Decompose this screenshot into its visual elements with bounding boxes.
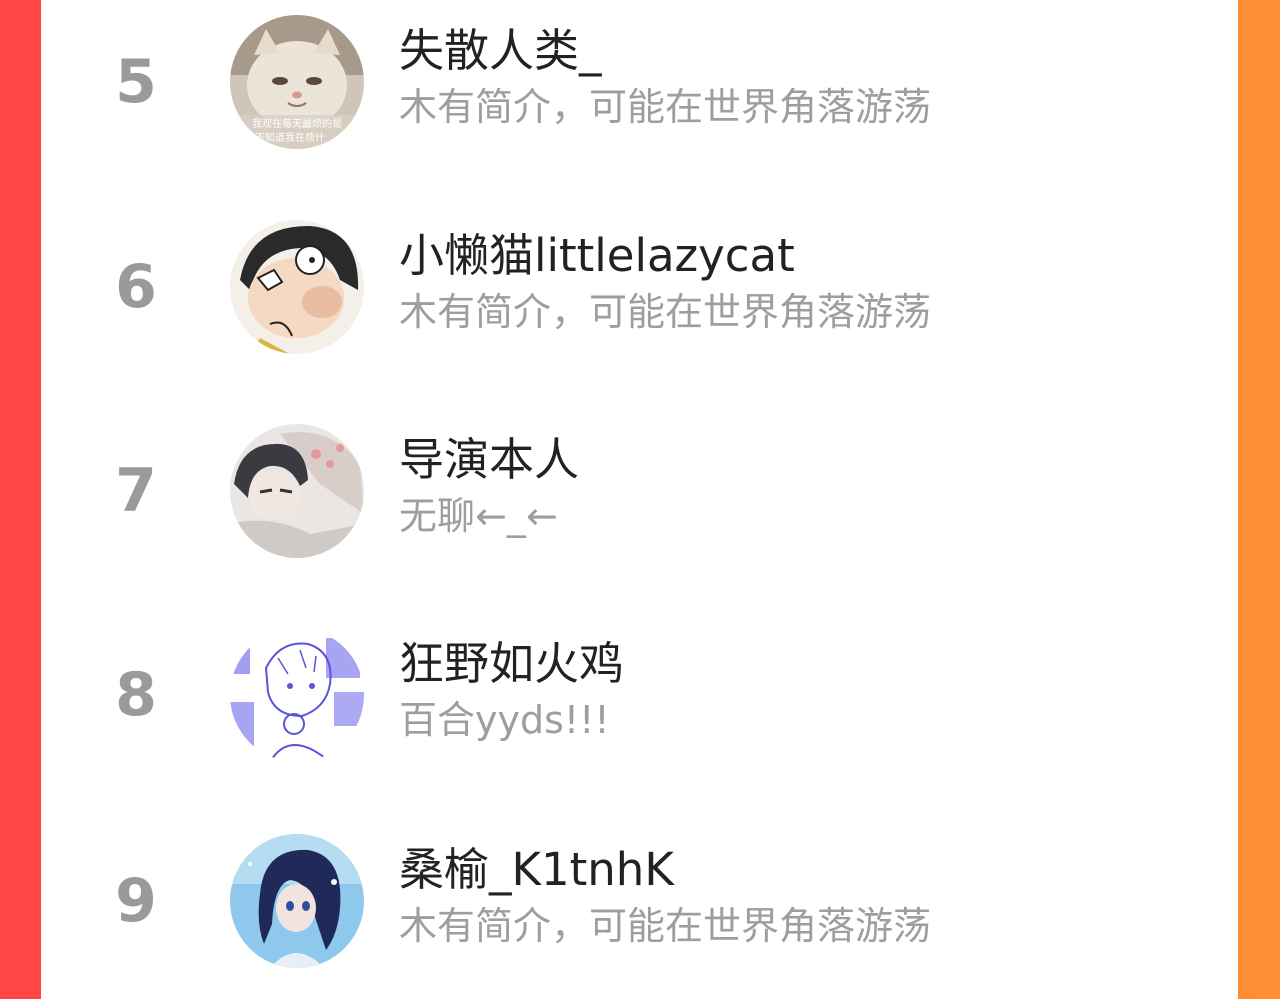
sketch-character-avatar-icon[interactable]: [230, 628, 364, 762]
ranking-list-item[interactable]: 8 狂野如火鸡 百合yyds!!!: [41, 620, 1238, 770]
ranking-list-item[interactable]: 5 我现在每天最烦的是 不知道我在烦什 失散人类_ 木有简介，可能在世界角落游荡: [41, 7, 1238, 157]
username[interactable]: 狂野如火鸡: [399, 636, 624, 692]
ranking-list-item[interactable]: 6 小懒猫littlelazycat 木有简介，可能在世界角落游荡: [41, 212, 1238, 362]
comic-character-avatar-icon[interactable]: [230, 220, 364, 354]
rank-number: 8: [115, 660, 157, 730]
rank-number: 9: [115, 866, 157, 936]
rank-number: 7: [115, 456, 157, 526]
anime-boy-avatar-icon[interactable]: [230, 424, 364, 558]
user-bio: 百合yyds!!!: [399, 698, 610, 742]
avatar-caption: 不知道我在烦什: [255, 131, 325, 144]
username[interactable]: 失散人类_: [399, 23, 602, 79]
rank-number: 6: [115, 252, 157, 322]
avatar-caption: 我现在每天最烦的是: [252, 117, 342, 130]
username[interactable]: 导演本人: [399, 432, 579, 488]
user-bio: 木有简介，可能在世界角落游荡: [399, 85, 932, 129]
cat-avatar-icon[interactable]: 我现在每天最烦的是 不知道我在烦什: [230, 15, 364, 149]
ranking-list-item[interactable]: 7 导演本人 无聊←_←: [41, 416, 1238, 566]
username[interactable]: 小懒猫littlelazycat: [399, 228, 795, 284]
anime-girl-avatar-icon[interactable]: [230, 834, 364, 968]
username[interactable]: 桑榆_K1tnhK: [399, 842, 674, 898]
ranking-list-item[interactable]: 9 桑榆_K1tnhK 木有简介，可能在世界角落游荡: [41, 826, 1238, 976]
user-bio: 无聊←_←: [399, 494, 558, 538]
ranking-list-panel: 5 我现在每天最烦的是 不知道我在烦什 失散人类_ 木有简介，可能在世界角落游荡…: [41, 0, 1238, 999]
user-bio: 木有简介，可能在世界角落游荡: [399, 290, 932, 334]
rank-number: 5: [115, 47, 157, 117]
user-bio: 木有简介，可能在世界角落游荡: [399, 904, 932, 948]
